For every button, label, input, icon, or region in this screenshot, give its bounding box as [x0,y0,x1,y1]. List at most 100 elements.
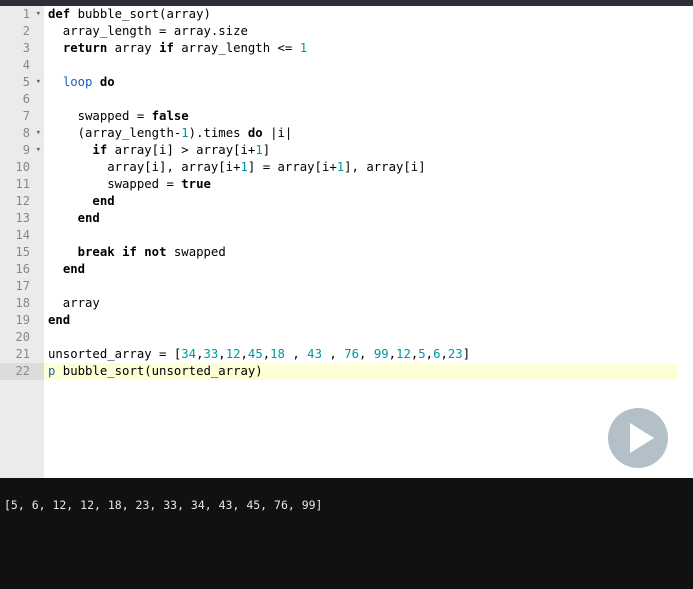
run-button[interactable] [608,408,668,468]
code-editor[interactable]: 1 ▾ def bubble_sort(array) 2 array_length =… [0,6,693,478]
gutter-cell: 22 [0,363,44,380]
line-number: 10 [15,160,30,174]
code-text[interactable]: end [48,312,70,329]
fold-arrow-icon[interactable]: ▾ [36,74,41,91]
code-line-active[interactable]: 22 p bubble_sort(unsorted_array) [0,363,693,380]
code-token: ] = array[i+ [247,160,337,174]
gutter-cell: 9 ▾ [0,142,44,159]
code-line[interactable]: 18 array [0,295,693,312]
code-line[interactable]: 6 [0,91,693,108]
code-line[interactable]: 11 swapped = true [0,176,693,193]
code-line[interactable]: 2 array_length = array.size [0,23,693,40]
line-number: 3 [22,41,30,55]
code-line[interactable]: 9 ▾ if array[i] > array[i+1] [0,142,693,159]
line-number: 7 [22,109,30,123]
code-token: swapped = [48,177,182,191]
code-token: end [77,211,100,225]
code-token: , [359,347,374,361]
code-line[interactable]: 4 [0,57,693,74]
code-token: ] [462,347,471,361]
code-token: bubble_sort(unsorted_array) [55,364,263,378]
code-text[interactable]: swapped = true [48,176,211,193]
code-line[interactable]: 7 swapped = false [0,108,693,125]
fold-arrow-icon[interactable]: ▾ [36,142,41,159]
code-token: , [425,347,434,361]
code-text[interactable]: end [48,210,100,227]
code-line[interactable]: 16 end [0,261,693,278]
code-text[interactable]: loop do [48,74,115,91]
line-number: 6 [22,92,30,106]
code-token: do [99,75,115,89]
code-token: (array_length- [48,126,182,140]
code-text[interactable]: swapped = false [48,108,189,125]
code-text[interactable]: def bubble_sort(array) [48,6,211,23]
code-token: array[i], array[i+ [48,160,241,174]
line-number: 18 [15,296,30,310]
code-token: loop [62,75,93,89]
line-number: 5 [22,75,30,89]
code-text[interactable]: return array if array_length <= 1 [48,40,307,57]
code-line[interactable]: 1 ▾ def bubble_sort(array) [0,6,693,23]
line-number: 20 [15,330,30,344]
code-token: 12 [396,347,411,361]
code-token: |i| [262,126,293,140]
code-token: 5 [418,347,426,361]
code-token: , [388,347,397,361]
code-line[interactable]: 20 [0,329,693,346]
line-number: 13 [15,211,30,225]
code-token: false [151,109,189,123]
output-console: [5, 6, 12, 12, 18, 23, 33, 34, 43, 45, 7… [0,478,693,589]
line-number: 8 [22,126,30,140]
code-text[interactable]: break if not swapped [48,244,226,261]
code-text[interactable]: p bubble_sort(unsorted_array) [48,363,263,380]
code-text[interactable]: (array_length-1).times do |i| [48,125,293,142]
code-line[interactable]: 21 unsorted_array = [34,33,12,45,18 , 43 … [0,346,693,363]
code-line[interactable]: 19 end [0,312,693,329]
gutter-cell: 13 [0,210,44,227]
gutter-cell: 19 [0,312,44,329]
code-token: swapped [166,245,226,259]
code-text[interactable]: array [48,295,100,312]
line-number: 17 [15,279,30,293]
code-token: true [181,177,211,191]
gutter-cell: 15 [0,244,44,261]
gutter-cell: 2 [0,23,44,40]
code-token: end [62,262,86,276]
gutter-cell: 12 [0,193,44,210]
code-text[interactable]: if array[i] > array[i+1] [48,142,270,159]
code-token: , [321,347,345,361]
fold-arrow-icon[interactable]: ▾ [36,125,41,142]
code-token: , [218,347,226,361]
fold-arrow-icon[interactable]: ▾ [36,6,41,23]
code-token: , [284,347,308,361]
code-text[interactable]: end [48,261,85,278]
play-icon [630,423,654,453]
code-line[interactable]: 8 ▾ (array_length-1).times do |i| [0,125,693,142]
code-line[interactable]: 14 [0,227,693,244]
code-line[interactable]: 15 break if not swapped [0,244,693,261]
code-text[interactable]: array[i], array[i+1] = array[i+1], array… [48,159,425,176]
code-text[interactable]: end [48,193,114,210]
code-token: 33 [203,347,219,361]
code-line[interactable]: 3 return array if array_length <= 1 [0,40,693,57]
gutter-cell: 17 [0,278,44,295]
code-token: 18 [270,347,285,361]
code-line[interactable]: 17 [0,278,693,295]
gutter-cell: 14 [0,227,44,244]
code-text[interactable]: array_length = array.size [48,23,248,40]
code-line[interactable]: 10 array[i], array[i+1] = array[i+1], ar… [0,159,693,176]
code-line[interactable]: 12 end [0,193,693,210]
gutter-cell: 16 [0,261,44,278]
code-line[interactable]: 13 end [0,210,693,227]
console-output: [5, 6, 12, 12, 18, 23, 33, 34, 43, 45, 7… [4,498,323,512]
code-text[interactable]: unsorted_array = [34,33,12,45,18 , 43 , … [48,346,470,363]
code-token: array[i] > array[i+ [107,143,256,157]
line-number: 21 [15,347,30,361]
gutter-cell: 1 ▾ [0,6,44,23]
line-number: 2 [22,24,30,38]
gutter-cell: 7 [0,108,44,125]
code-token: not [144,245,167,259]
code-line[interactable]: 5 ▾ loop do [0,74,693,91]
